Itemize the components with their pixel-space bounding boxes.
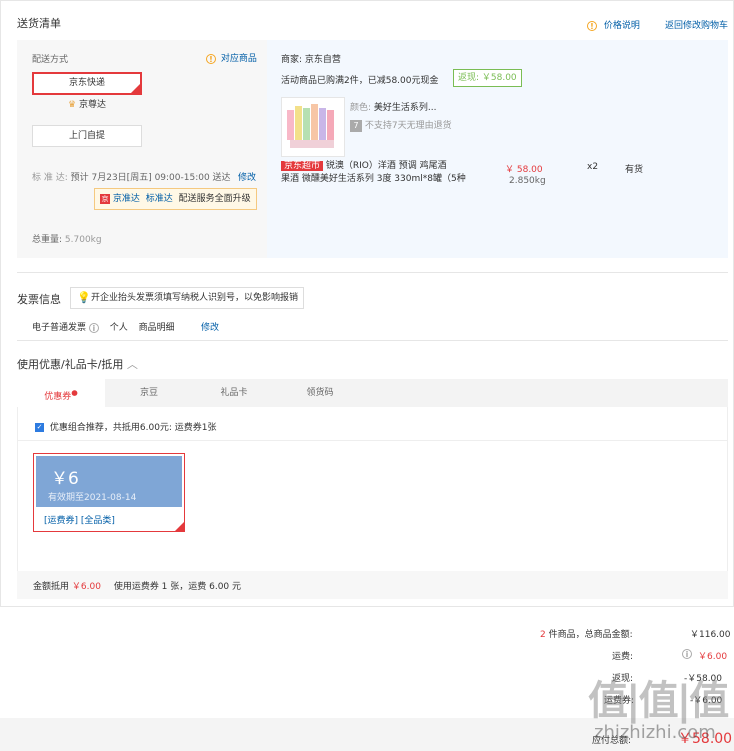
goods-total: ￥116.00	[690, 630, 731, 640]
chevron-up-icon: ︿	[126, 358, 138, 371]
invoice-tip: 💡 开企业抬头发票须填写纳税人识别号，以免影响报销	[70, 287, 305, 309]
standard-delivery-info: 标 准 达: 预计 7月23日[周五] 09:00-15:00 送达	[32, 173, 231, 183]
jd-supermarket-tag: 京东超市	[281, 161, 324, 171]
coupon-section-toggle[interactable]: 使用优惠/礼品卡/抵用 ︿	[17, 356, 138, 372]
total-weight: 总重量: 5.700kg	[32, 235, 102, 245]
product-image[interactable]	[281, 97, 345, 157]
product-title[interactable]: 京东超市 锐澳（RIO）洋酒 预调 鸡尾酒 果酒 微醺美好生活系列 3度 330…	[281, 160, 501, 186]
tab-jd-beans[interactable]: 京豆	[105, 379, 193, 407]
info-icon[interactable]: i	[88, 322, 99, 333]
tab-gift-card[interactable]: 礼品卡	[190, 379, 278, 407]
shipping-method-label: 配送方式	[32, 55, 69, 65]
shipping-option-pickup[interactable]: 上门自提	[32, 125, 142, 147]
shipping-option-jd-express[interactable]: 京东快递	[32, 72, 142, 95]
divider	[17, 272, 728, 273]
checkbox-checked[interactable]: ✓	[35, 423, 44, 432]
tab-redemption-code[interactable]: 领货码	[276, 379, 364, 407]
top-divider	[0, 0, 734, 1]
goods-count: 2 件商品，总商品金额:	[540, 630, 633, 640]
crown-icon: ♛	[68, 100, 77, 110]
info-icon: !	[587, 20, 597, 31]
info-icon: !	[206, 53, 216, 64]
return-policy: 7 不支持7天无理由退货	[350, 118, 452, 132]
watermark-logo: 值|值|值	[588, 678, 729, 724]
watermark-url: zhizhizhi.com	[594, 722, 716, 743]
coupon-recommend[interactable]: ✓ 优惠组合推荐，共抵用6.00元: 运费券1张	[35, 420, 217, 433]
back-to-cart-link[interactable]: 返回修改购物车	[665, 18, 728, 31]
tab-coupons[interactable]: 优惠券●	[17, 379, 105, 407]
left-border	[0, 0, 1, 606]
invoice-details: 电子普通发票 i 个人 商品明细	[32, 322, 175, 333]
coupon-tags: [运费券] [全品类]	[44, 516, 115, 526]
rebate-badge: 返现: ￥58.00	[453, 69, 522, 87]
product-quantity: x2	[587, 162, 599, 172]
freight-info-icon[interactable]: i	[682, 649, 692, 660]
section-title-delivery: 送货清单	[17, 17, 61, 30]
product-price: ￥ 58.00	[505, 165, 543, 175]
no-return-icon: 7	[350, 119, 362, 132]
freight-value: ￥6.00	[698, 652, 728, 662]
divider	[18, 440, 727, 441]
delivery-modify-link[interactable]: 修改	[238, 170, 256, 183]
coupon-card[interactable]: ￥6 有效期至2021-08-14 [运费券] [全品类]	[33, 453, 185, 532]
section-title-invoice: 发票信息	[17, 293, 61, 306]
coupon-expiry: 有效期至2021-08-14	[48, 493, 137, 503]
invoice-modify-link[interactable]: 修改	[201, 320, 219, 333]
product-weight: 2.850kg	[509, 176, 546, 186]
price-help-link[interactable]: ! 价格说明	[587, 18, 640, 31]
coupon-amount: ￥6	[51, 469, 79, 489]
jzd-logo-icon: 京	[100, 193, 110, 204]
coupon-summary: 金额抵用 ￥6.00 使用运费券 1 张，运费 6.00 元	[33, 582, 242, 592]
delivery-promo-banner[interactable]: 京 京准达 标准达 配送服务全面升级	[94, 188, 257, 210]
divider	[17, 340, 728, 341]
selected-corner-mark	[131, 84, 140, 93]
product-color: 颜色: 美好生活系列...	[350, 103, 437, 113]
matching-goods-link[interactable]: ! 对应商品	[206, 51, 257, 64]
shipping-option-jzd[interactable]: ♛ 京尊达	[32, 95, 142, 115]
merchant-name: 商家: 京东自营	[281, 55, 341, 65]
divider	[0, 606, 734, 607]
lightbulb-icon: 💡	[77, 291, 91, 304]
selected-corner-mark	[175, 522, 184, 531]
activity-note: 活动商品已购满2件，已减58.00元现金	[281, 76, 439, 86]
freight-label: 运费:	[612, 652, 634, 662]
product-stock: 有货	[625, 165, 644, 175]
